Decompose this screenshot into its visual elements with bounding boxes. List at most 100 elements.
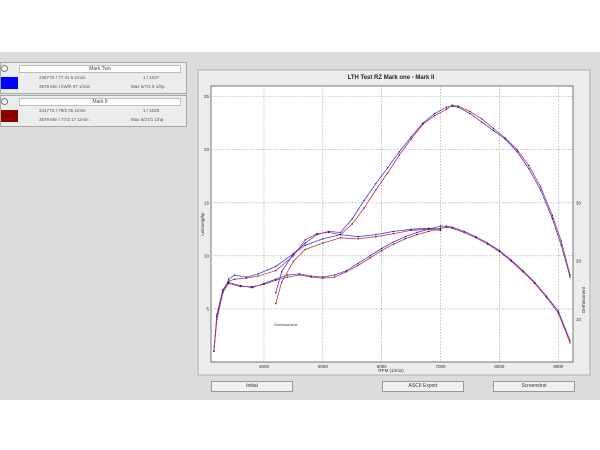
series-point (569, 342, 571, 344)
series-point (292, 253, 295, 255)
series-point (516, 148, 518, 151)
series-point (280, 281, 283, 284)
x-tick-label: 8000 (494, 364, 505, 369)
series-point (433, 115, 436, 117)
x-tick-label: 5000 (318, 364, 329, 369)
series-point (339, 233, 342, 236)
series-point (386, 172, 389, 174)
series-point (569, 276, 571, 278)
series-point (363, 199, 365, 202)
plot-area (210, 85, 574, 363)
series-point (398, 151, 401, 153)
series-point (428, 230, 430, 233)
series-point (380, 249, 383, 252)
series-point (222, 289, 224, 291)
x-axis-label: RPM (1/min) (378, 368, 404, 373)
y-tick-label: 25 (204, 94, 210, 99)
series-point (339, 231, 342, 234)
series-point (357, 264, 359, 267)
series-point (516, 151, 518, 153)
series-point (333, 274, 336, 276)
series-point (504, 137, 507, 139)
series-point (339, 237, 342, 239)
series-point (557, 310, 559, 312)
x-tick-label: 9000 (553, 364, 564, 369)
series-point (286, 274, 289, 276)
series-point (375, 233, 377, 236)
series-point (498, 250, 501, 253)
series-point (292, 260, 295, 262)
series-point (492, 127, 495, 130)
series-point (510, 260, 512, 262)
series-point (522, 271, 524, 273)
y-tick-label: 20 (204, 147, 210, 152)
series-point (292, 255, 295, 257)
series-point (304, 242, 306, 244)
series-point (328, 231, 330, 234)
series-point (428, 228, 430, 231)
series-point (333, 276, 336, 278)
series-point (445, 108, 448, 111)
series-point (233, 274, 236, 276)
series-point (528, 168, 530, 170)
series-point (216, 315, 218, 318)
series-point (481, 118, 483, 120)
series-point (298, 274, 300, 276)
series-point (492, 129, 495, 132)
initial-button[interactable]: Initial (211, 381, 293, 392)
series-point (404, 236, 406, 238)
series-point (439, 225, 442, 227)
series-point (227, 282, 230, 285)
series-point (275, 270, 277, 272)
series-point (357, 262, 359, 264)
series-point (392, 243, 395, 245)
series-point (239, 285, 242, 288)
series-point (351, 223, 353, 225)
series-point (560, 240, 562, 242)
series-point (445, 226, 448, 228)
series-point (439, 229, 442, 232)
series-point (310, 276, 312, 278)
series-point (369, 257, 371, 259)
series-point (410, 136, 412, 138)
series-point (257, 273, 259, 275)
chart-title: LTH Test RZ Mark one - Mark II (348, 75, 435, 81)
series-point (322, 238, 324, 240)
series-point (410, 138, 412, 140)
y-tick-label: 15 (204, 200, 210, 205)
series-point (534, 282, 536, 285)
series-point (451, 227, 454, 229)
series-point (375, 236, 377, 238)
series-point (551, 217, 554, 220)
series-point (392, 232, 395, 235)
series-point (451, 104, 454, 106)
series-point (245, 277, 248, 279)
screenshot-button[interactable]: Screenshot (493, 381, 575, 392)
series-point (433, 112, 436, 115)
y-tick-label: 10 (204, 253, 210, 258)
series-point (398, 154, 401, 156)
series-point (539, 186, 542, 188)
series-point (528, 164, 530, 167)
series-point (392, 241, 395, 243)
series-point (233, 278, 236, 280)
series-point (275, 265, 277, 268)
series-point (416, 233, 418, 236)
series-point (481, 121, 483, 123)
y-right-tick-label: 20 (576, 259, 582, 264)
series-point (392, 230, 395, 233)
series-point (457, 105, 459, 107)
series-point (351, 217, 353, 220)
series-point (560, 244, 562, 246)
series-point (380, 247, 383, 250)
series-point (322, 242, 324, 244)
series-point (363, 207, 365, 209)
series-point (375, 189, 377, 191)
series-point (357, 238, 359, 240)
series-point (404, 238, 406, 240)
ascii-export-button[interactable]: ASCII Export (382, 381, 464, 392)
series-point (410, 229, 412, 232)
series-point (316, 232, 318, 235)
series-point (275, 302, 277, 305)
series-point (357, 236, 359, 238)
